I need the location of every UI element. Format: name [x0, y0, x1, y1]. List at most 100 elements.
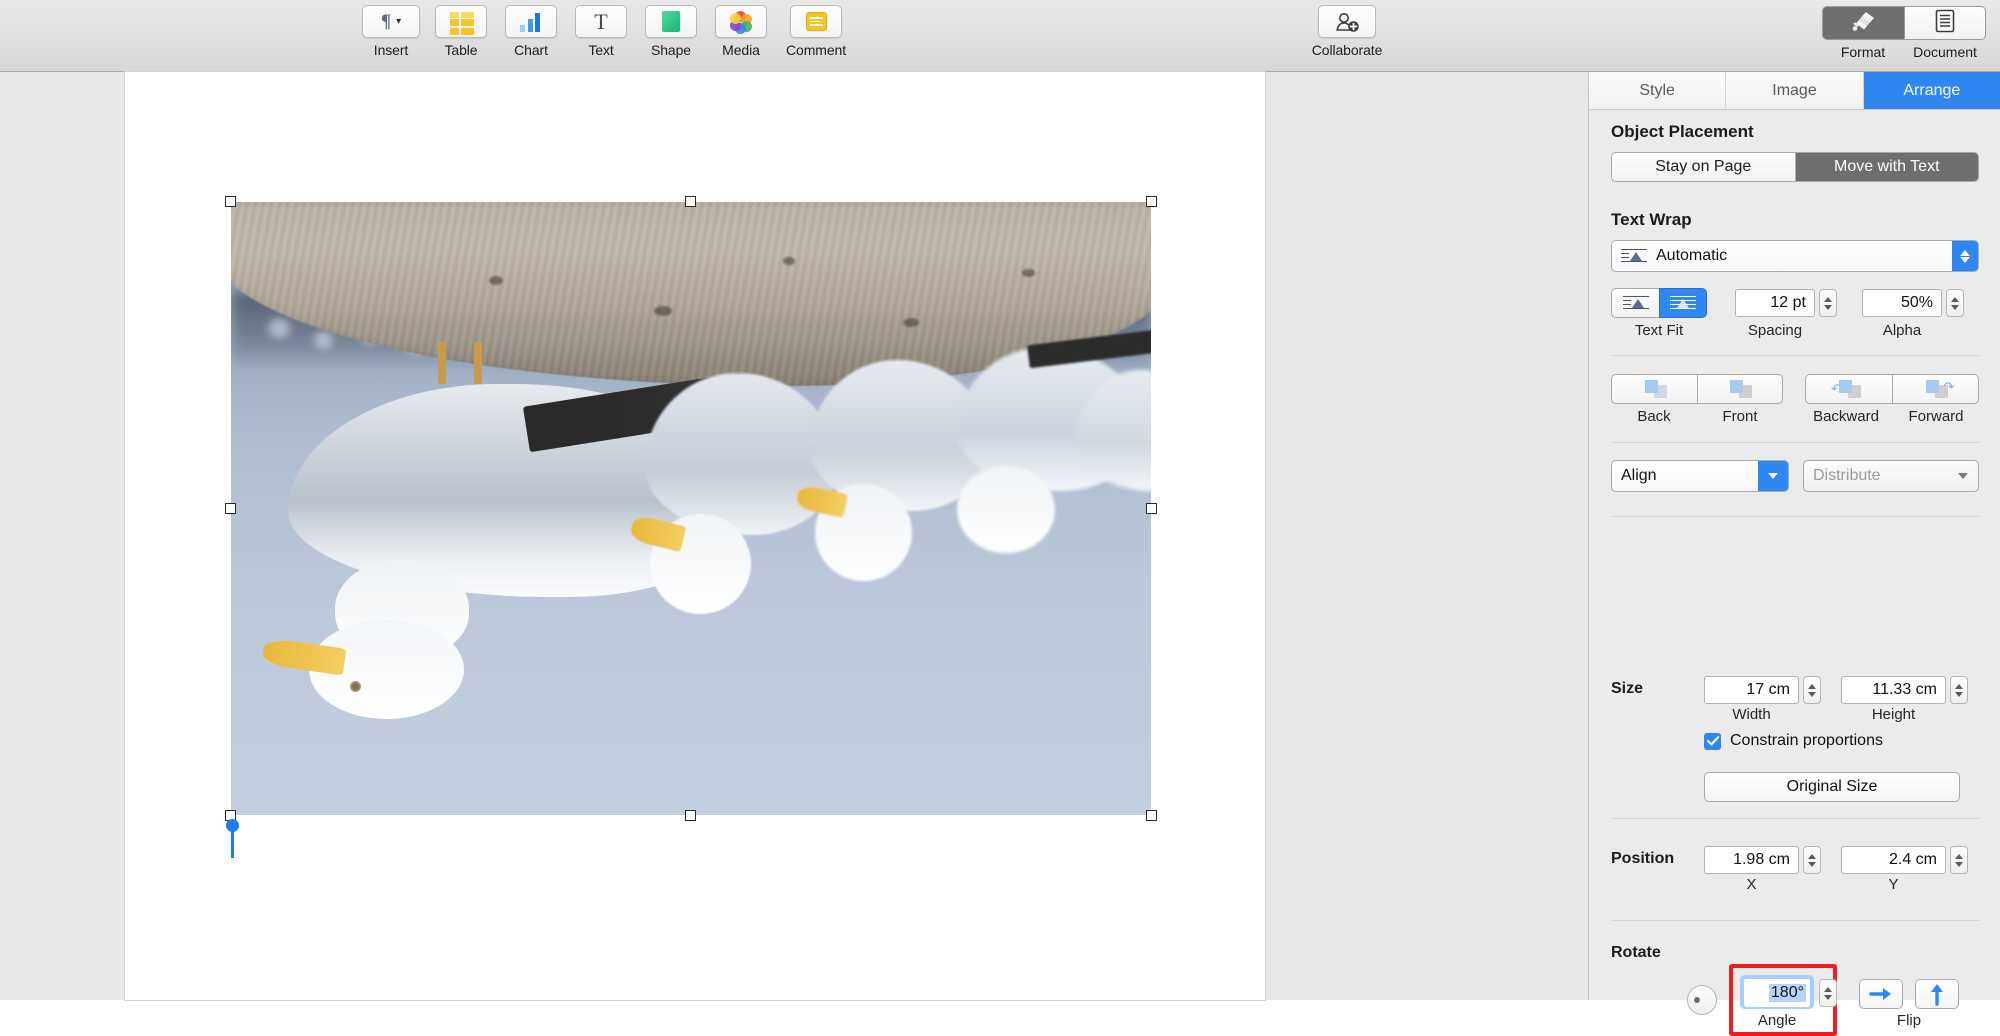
- toolbar-item-chart[interactable]: Chart: [500, 5, 562, 58]
- comment-button[interactable]: [790, 5, 842, 38]
- toolbar-item-table[interactable]: Table: [430, 5, 492, 58]
- selection-handle-top-center[interactable]: [685, 196, 696, 207]
- back-front-group[interactable]: [1611, 374, 1783, 404]
- tab-image[interactable]: Image: [1726, 72, 1863, 109]
- move-with-text-option[interactable]: Move with Text: [1796, 153, 1979, 181]
- text-fit-group[interactable]: [1611, 288, 1707, 318]
- toolbar-label-table: Table: [445, 42, 478, 58]
- bring-forward-button[interactable]: ↷: [1892, 374, 1979, 404]
- stay-on-page-option[interactable]: Stay on Page: [1612, 153, 1796, 181]
- selection-handle-middle-left[interactable]: [225, 503, 236, 514]
- position-y-field[interactable]: 2.4 cm: [1841, 846, 1946, 874]
- constrain-proportions-row[interactable]: Constrain proportions: [1704, 732, 1883, 750]
- selection-handle-bottom-center[interactable]: [685, 810, 696, 821]
- toolbar-item-media[interactable]: Media: [710, 5, 772, 58]
- divider: [1611, 442, 1979, 443]
- media-button[interactable]: [715, 5, 767, 38]
- align-dropdown-arrow[interactable]: [1758, 461, 1788, 491]
- selection-handle-top-right[interactable]: [1146, 196, 1157, 207]
- backward-forward-group[interactable]: ↶ ↷: [1805, 374, 1979, 404]
- toolbar-item-comment[interactable]: Comment: [780, 5, 852, 58]
- document-canvas[interactable]: [0, 72, 1588, 1000]
- paintbrush-icon: [1851, 10, 1877, 37]
- stepper-down-icon: [1808, 692, 1816, 697]
- height-stepper[interactable]: [1950, 676, 1968, 704]
- backward-label: Backward: [1801, 408, 1891, 425]
- object-placement-segmented-control[interactable]: Stay on Page Move with Text: [1611, 152, 1979, 182]
- selection-handle-middle-right[interactable]: [1146, 503, 1157, 514]
- stepper-up-icon: [1824, 297, 1832, 302]
- stepper-up-icon: [1955, 684, 1963, 689]
- table-button[interactable]: [435, 5, 487, 38]
- alpha-field[interactable]: 50%: [1862, 289, 1942, 317]
- tab-style[interactable]: Style: [1589, 72, 1726, 109]
- alpha-label: Alpha: [1856, 322, 1948, 339]
- toolbar-item-collaborate[interactable]: Collaborate: [1298, 5, 1396, 58]
- bar-chart-icon: [520, 12, 542, 32]
- bring-to-front-button[interactable]: [1697, 374, 1783, 404]
- height-field[interactable]: 11.33 cm: [1841, 676, 1946, 704]
- photo-gull-body: [1077, 370, 1151, 491]
- rotate-dial[interactable]: [1687, 985, 1717, 1015]
- view-switch-format[interactable]: Format: [1822, 6, 1904, 60]
- selection-handle-bottom-right[interactable]: [1146, 810, 1157, 821]
- align-popup[interactable]: Align: [1611, 460, 1789, 492]
- angle-field[interactable]: 180°: [1744, 979, 1810, 1007]
- selected-image-object[interactable]: [231, 202, 1151, 815]
- collaborate-button[interactable]: [1318, 5, 1376, 38]
- send-backward-button[interactable]: ↶: [1805, 374, 1892, 404]
- text-anchor-marker: [231, 830, 234, 858]
- view-switch-label-document: Document: [1913, 44, 1977, 60]
- distribute-popup[interactable]: Distribute: [1803, 460, 1979, 492]
- spacing-stepper[interactable]: [1819, 289, 1837, 317]
- stepper-down-icon: [1808, 862, 1816, 867]
- send-to-back-button[interactable]: [1611, 374, 1697, 404]
- spacing-field[interactable]: 12 pt: [1735, 289, 1815, 317]
- insert-button[interactable]: ¶ ▾: [362, 5, 420, 38]
- original-size-button[interactable]: Original Size: [1704, 772, 1960, 802]
- flip-vertical-button[interactable]: [1915, 979, 1959, 1009]
- photo-bokeh: [314, 331, 333, 349]
- document-button[interactable]: [1904, 6, 1986, 40]
- text-wrap-title: Text Wrap: [1611, 210, 1692, 230]
- text-wrap-stepper[interactable]: [1952, 241, 1978, 271]
- app-toolbar: ¶ ▾ Insert Table Chart T: [0, 0, 2000, 72]
- stepper-down-icon: [1824, 995, 1832, 1000]
- wrap-around-icon: [1621, 248, 1647, 265]
- format-button[interactable]: [1822, 6, 1904, 40]
- position-x-field[interactable]: 1.98 cm: [1704, 846, 1799, 874]
- toolbar-label-comment: Comment: [786, 42, 846, 58]
- width-stepper[interactable]: [1803, 676, 1821, 704]
- stepper-down-icon: [1824, 305, 1832, 310]
- position-y-sublabel: Y: [1841, 876, 1946, 893]
- object-placement-title: Object Placement: [1611, 122, 1754, 142]
- height-sublabel: Height: [1841, 706, 1946, 723]
- angle-stepper[interactable]: [1819, 979, 1837, 1007]
- flip-horizontal-button[interactable]: [1859, 979, 1903, 1009]
- photo-gull-leg: [474, 342, 482, 384]
- photo-gull-head: [957, 466, 1054, 554]
- constrain-proportions-checkbox[interactable]: [1704, 733, 1721, 750]
- chevron-down-icon: ▾: [396, 16, 401, 27]
- text-fit-wrap-around-button[interactable]: [1611, 288, 1659, 318]
- chart-button[interactable]: [505, 5, 557, 38]
- text-fit-wrap-above-below-button[interactable]: [1659, 288, 1707, 318]
- text-wrap-popup[interactable]: Automatic: [1611, 240, 1979, 272]
- toolbar-item-insert[interactable]: ¶ ▾ Insert: [360, 5, 422, 58]
- toolbar-item-text[interactable]: T Text: [570, 5, 632, 58]
- toolbar-item-shape[interactable]: Shape: [640, 5, 702, 58]
- document-page[interactable]: [125, 72, 1265, 1000]
- width-field[interactable]: 17 cm: [1704, 676, 1799, 704]
- shape-button[interactable]: [645, 5, 697, 38]
- view-switch-document[interactable]: Document: [1904, 6, 1986, 60]
- text-button[interactable]: T: [575, 5, 627, 38]
- comment-icon: [806, 12, 827, 31]
- selection-handle-top-left[interactable]: [225, 196, 236, 207]
- forward-label: Forward: [1891, 408, 1981, 425]
- tab-arrange[interactable]: Arrange: [1864, 72, 2000, 109]
- alpha-stepper[interactable]: [1946, 289, 1964, 317]
- seagull-photo-rotated-180[interactable]: [231, 202, 1151, 815]
- add-person-icon: [1334, 11, 1360, 33]
- position-x-stepper[interactable]: [1803, 846, 1821, 874]
- position-y-stepper[interactable]: [1950, 846, 1968, 874]
